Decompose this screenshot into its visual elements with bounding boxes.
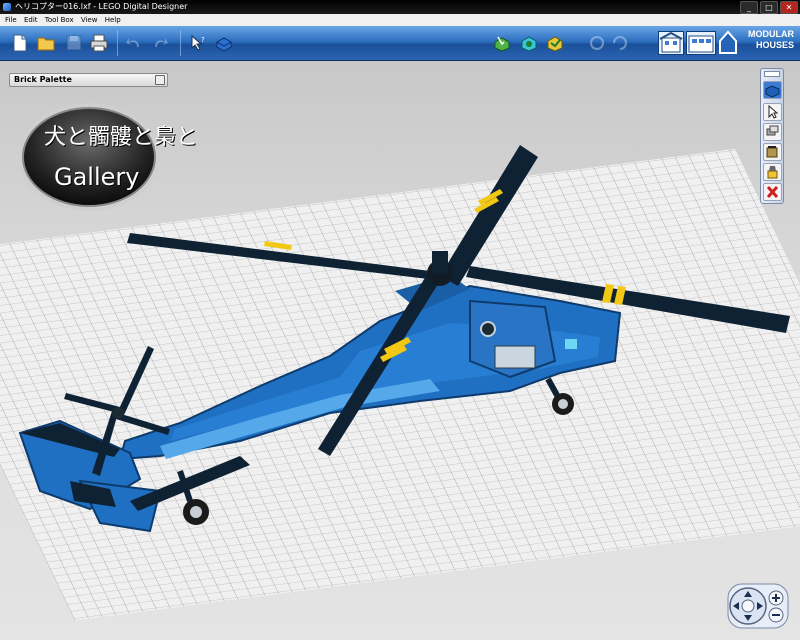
redo-button[interactable] [148,31,172,55]
modular-houses-label: MODULAR HOUSES [748,29,794,50]
toolbar-separator [117,30,118,56]
redo-icon [155,38,168,47]
brick-icon [765,85,780,98]
print-icon [90,34,108,52]
refresh-icon [613,36,627,50]
tool-panel [760,68,784,204]
save-icon [66,35,82,51]
paint-tool[interactable] [763,163,782,181]
new-file-button[interactable] [8,31,32,55]
tool-panel-grip[interactable] [764,71,780,77]
build-mode-button[interactable] [490,31,514,55]
modular-houses-brand[interactable]: MODULAR HOUSES [656,27,796,59]
3d-viewport[interactable]: Brick Palette 犬と髑髏と梟と Gallery [0,61,800,640]
delete-tool[interactable] [763,183,782,201]
minimize-button[interactable]: _ [740,1,758,14]
menu-file[interactable]: File [5,14,17,26]
house-icon [686,31,716,55]
house-outline-icon [718,29,738,55]
app-icon [3,3,11,11]
menu-view[interactable]: View [81,14,98,26]
rotate-icon [590,36,604,50]
maximize-button[interactable]: □ [760,1,778,14]
undo-icon [126,38,139,47]
palette-collapse-button[interactable] [155,75,165,85]
view-mode-button[interactable] [517,31,541,55]
brick-tool[interactable] [763,81,782,99]
brick-palette-title: Brick Palette [14,75,72,84]
new-file-icon [13,34,27,52]
brick-icon [216,37,232,52]
menu-help[interactable]: Help [105,14,121,26]
house-icon [658,31,684,55]
menu-toolbox[interactable]: Tool Box [45,14,74,26]
build-mode-icon [494,36,510,52]
clone-tool[interactable] [763,123,782,141]
hinge-tool[interactable] [763,143,782,161]
open-button[interactable] [34,31,58,55]
select-tool[interactable] [763,103,782,121]
brick-button[interactable] [212,31,236,55]
title-bar: ヘリコプター016.lxf - LEGO Digital Designer _ … [0,0,800,14]
window-controls: _ □ ✕ [740,1,798,14]
helicopter-body [18,275,622,533]
logo-title: 犬と髑髏と梟と [44,125,199,150]
menu-edit[interactable]: Edit [24,14,38,26]
gallery-logo: 犬と髑髏と梟と Gallery [16,101,198,217]
building-guide-mode-button[interactable] [543,31,567,55]
delete-icon [766,185,779,199]
logo-subtitle: Gallery [54,163,140,191]
camera-navigation-widget[interactable] [726,582,790,630]
brick-palette-header[interactable]: Brick Palette [9,73,168,87]
toolbar-separator [180,30,181,56]
undo-button[interactable] [122,31,146,55]
paint-icon [767,166,778,179]
hinge-icon [766,146,778,158]
svg-text:?: ? [201,36,205,44]
print-button[interactable] [87,31,111,55]
view-mode-icon [521,36,537,52]
building-guide-mode-icon [547,36,563,52]
close-button[interactable]: ✕ [780,1,798,14]
select-hint-icon: ? [191,34,205,51]
rotate-view-button[interactable] [585,31,609,55]
select-hint-button[interactable]: ? [186,31,210,55]
window-title: ヘリコプター016.lxf - LEGO Digital Designer [15,2,188,11]
refresh-button[interactable] [608,31,632,55]
open-folder-icon [37,37,55,51]
cursor-icon [768,104,779,119]
clone-icon [766,125,779,136]
save-button[interactable] [62,31,86,55]
